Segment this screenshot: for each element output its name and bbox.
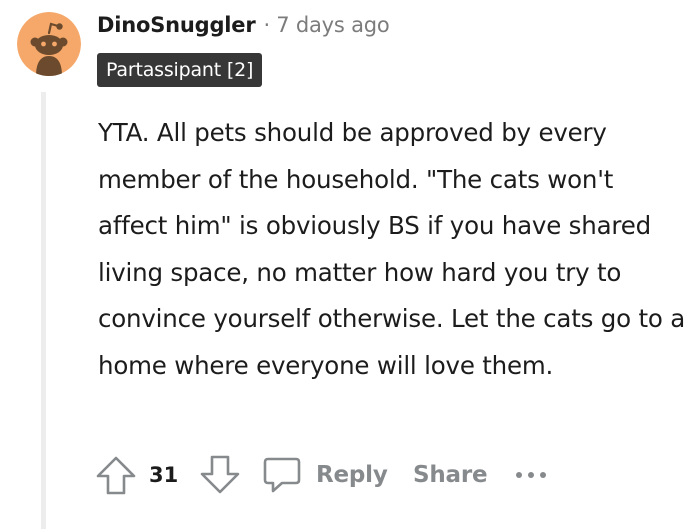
reply-label: Reply [316, 462, 388, 488]
comment: DinoSnuggler · 7 days ago Partassipant [… [0, 0, 700, 529]
avatar[interactable] [17, 12, 81, 76]
comment-bubble-icon [263, 457, 301, 493]
snoo-avatar-icon [17, 12, 81, 76]
upvote-button[interactable] [94, 450, 138, 500]
downvote-arrow-icon [200, 455, 240, 494]
comment-timestamp[interactable]: 7 days ago [276, 13, 390, 37]
vote-score: 31 [149, 463, 179, 487]
thread-collapse-line[interactable] [41, 92, 46, 529]
more-options-button[interactable] [513, 450, 549, 500]
upvote-arrow-icon [96, 456, 136, 495]
user-flair: Partassipant [2] [97, 53, 263, 87]
downvote-button[interactable] [198, 450, 242, 500]
comment-meta: DinoSnuggler · 7 days ago [97, 8, 390, 42]
comment-actions: 31 Reply Share [94, 450, 694, 500]
comment-body: YTA. All pets should be approved by ever… [98, 118, 686, 380]
author-username[interactable]: DinoSnuggler [97, 13, 256, 37]
more-horizontal-icon [516, 472, 546, 478]
reply-button[interactable]: Reply [260, 450, 388, 500]
share-button[interactable]: Share [413, 450, 488, 500]
meta-separator: · [263, 13, 271, 37]
